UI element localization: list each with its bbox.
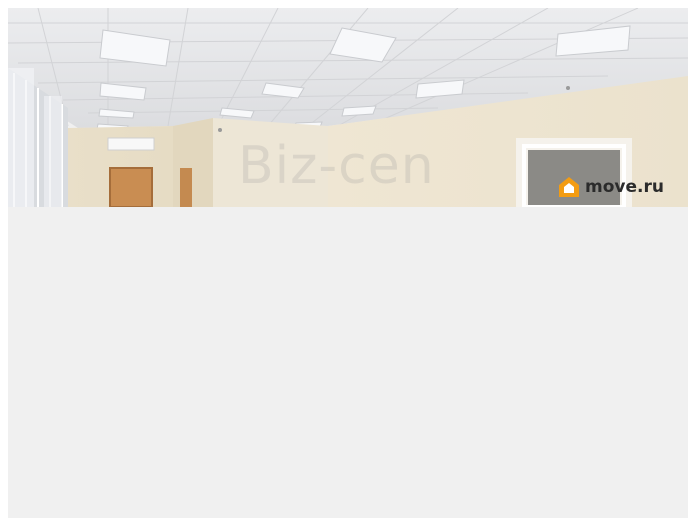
watermark-text: Biz-cen xyxy=(238,136,435,196)
photo-viewer: Biz-cen move.ru xyxy=(8,8,688,518)
unloaded-image-area xyxy=(8,207,688,518)
move-ru-logo: move.ru xyxy=(558,176,664,198)
office-room-photo: Biz-cen move.ru xyxy=(8,8,688,207)
house-icon xyxy=(559,177,579,197)
logo-text: move.ru xyxy=(585,177,664,197)
image-frame: Biz-cen move.ru xyxy=(0,0,688,518)
